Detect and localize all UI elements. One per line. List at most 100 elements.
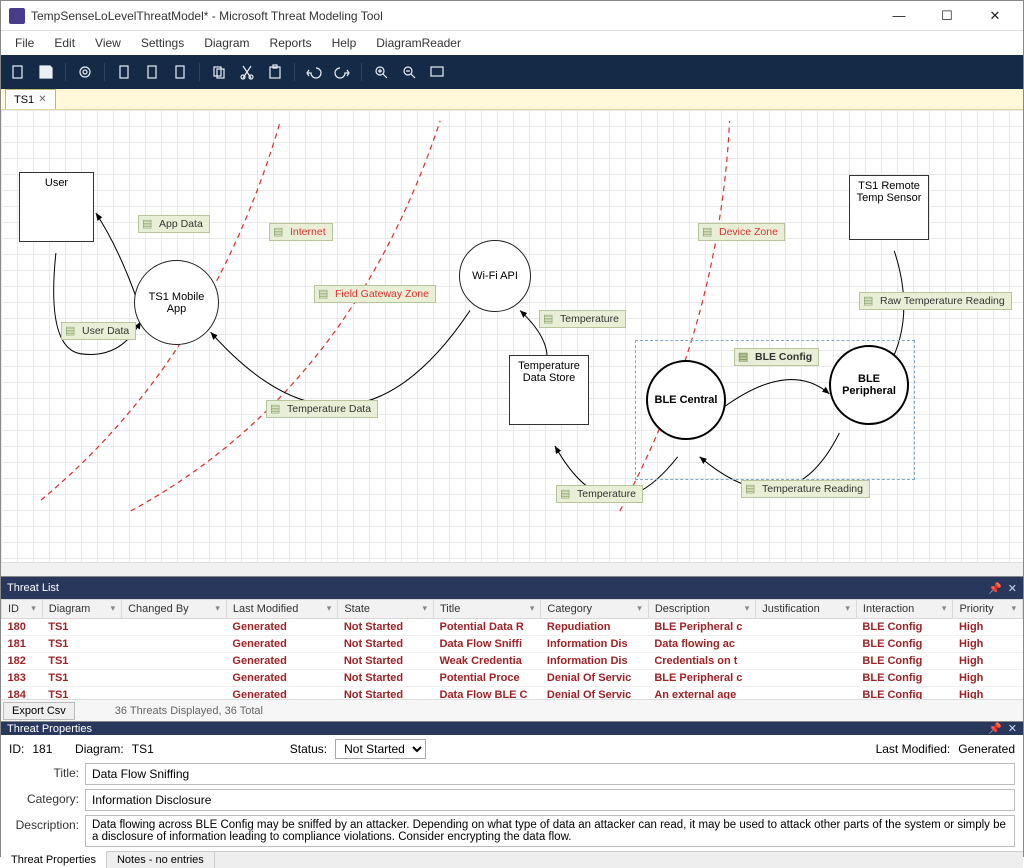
table-cell: Generated xyxy=(226,670,337,687)
flow-app-data[interactable]: App Data xyxy=(138,215,210,233)
node-data-store[interactable]: Temperature Data Store xyxy=(509,355,589,425)
flow-temp-data[interactable]: Temperature Data xyxy=(266,400,378,418)
tp-title-label: Title: xyxy=(9,763,79,780)
export-csv-button[interactable]: Export Csv xyxy=(3,702,75,720)
doc1-icon[interactable] xyxy=(115,63,133,81)
flow-ble-config[interactable]: BLE Config xyxy=(734,348,819,366)
zoom-in-icon[interactable] xyxy=(372,63,390,81)
table-cell: TS1 xyxy=(42,619,121,636)
minimize-button[interactable]: — xyxy=(879,2,919,30)
menu-diagramreader[interactable]: DiagramReader xyxy=(368,34,469,52)
tp-tab-notes[interactable]: Notes - no entries xyxy=(107,852,215,868)
table-cell: Generated xyxy=(226,687,337,700)
table-cell: 182 xyxy=(2,653,43,670)
maximize-button[interactable]: ☐ xyxy=(927,2,967,30)
table-cell: Denial Of Servic xyxy=(541,670,648,687)
node-wifi-api[interactable]: Wi-Fi API xyxy=(459,240,531,312)
column-header[interactable]: Justification▾ xyxy=(756,600,857,619)
column-header[interactable]: Last Modified▾ xyxy=(226,600,337,619)
column-header[interactable]: Title▾ xyxy=(434,600,541,619)
redo-icon[interactable] xyxy=(333,63,351,81)
doc3-icon[interactable] xyxy=(171,63,189,81)
tp-category-input[interactable]: Information Disclosure xyxy=(85,789,1015,811)
table-cell: An external age xyxy=(648,687,755,700)
menu-settings[interactable]: Settings xyxy=(133,34,192,52)
template-icon[interactable] xyxy=(76,63,94,81)
menu-reports[interactable]: Reports xyxy=(262,34,320,52)
menu-diagram[interactable]: Diagram xyxy=(196,34,257,52)
tp-diagram-value: TS1 xyxy=(132,742,154,756)
flow-temperature-2[interactable]: Temperature xyxy=(556,485,643,503)
threat-properties-panel: Threat Properties 📌✕ ID: 181 Diagram: TS… xyxy=(1,721,1023,856)
menu-bar: File Edit View Settings Diagram Reports … xyxy=(1,31,1023,55)
fit-icon[interactable] xyxy=(428,63,446,81)
column-header[interactable]: Diagram▾ xyxy=(42,600,121,619)
table-cell xyxy=(756,619,857,636)
boundary-field-gateway[interactable]: Field Gateway Zone xyxy=(314,285,436,303)
flow-user-data[interactable]: User Data xyxy=(61,322,136,340)
tp-description-input[interactable]: Data flowing across BLE Config may be sn… xyxy=(85,815,1015,847)
threat-list-header: Threat List 📌✕ xyxy=(1,577,1023,599)
diagram-canvas[interactable]: User TS1 Mobile App Wi-Fi API Temperatur… xyxy=(1,110,1023,576)
threat-list-grid[interactable]: ID▾Diagram▾Changed By▾Last Modified▾Stat… xyxy=(1,599,1023,699)
column-header[interactable]: Changed By▾ xyxy=(122,600,227,619)
node-ble-peripheral[interactable]: BLE Peripheral xyxy=(829,345,909,425)
column-header[interactable]: Description▾ xyxy=(648,600,755,619)
node-remote-sensor-label: TS1 Remote Temp Sensor xyxy=(854,180,924,204)
menu-help[interactable]: Help xyxy=(324,34,365,52)
table-row[interactable]: 184TS1GeneratedNot StartedData Flow BLE … xyxy=(2,687,1023,700)
table-cell: Credentials on t xyxy=(648,653,755,670)
column-header[interactable]: State▾ xyxy=(338,600,434,619)
tp-status-label: Status: xyxy=(290,742,327,756)
copy-icon[interactable] xyxy=(210,63,228,81)
tp-tab-properties[interactable]: Threat Properties xyxy=(1,851,107,868)
node-mobile-app[interactable]: TS1 Mobile App xyxy=(134,260,219,345)
menu-file[interactable]: File xyxy=(7,34,42,52)
canvas-scrollbar[interactable] xyxy=(1,562,1023,576)
new-icon[interactable] xyxy=(9,63,27,81)
cut-icon[interactable] xyxy=(238,63,256,81)
node-ble-central[interactable]: BLE Central xyxy=(646,360,726,440)
table-cell: 183 xyxy=(2,670,43,687)
undo-icon[interactable] xyxy=(305,63,323,81)
flow-temperature-1[interactable]: Temperature xyxy=(539,310,626,328)
close-tab-icon[interactable]: ✕ xyxy=(38,94,46,105)
document-tab[interactable]: TS1 ✕ xyxy=(5,89,56,109)
table-row[interactable]: 181TS1GeneratedNot StartedData Flow Snif… xyxy=(2,636,1023,653)
boundary-device-zone[interactable]: Device Zone xyxy=(698,223,785,241)
pin-icon[interactable]: 📌 xyxy=(988,722,1002,735)
table-cell: Generated xyxy=(226,653,337,670)
flow-temp-reading[interactable]: Temperature Reading xyxy=(741,480,870,498)
table-cell: High xyxy=(953,619,1023,636)
save-icon[interactable] xyxy=(37,63,55,81)
flow-raw-temp[interactable]: Raw Temperature Reading xyxy=(859,292,1012,310)
threat-list-count: 36 Threats Displayed, 36 Total xyxy=(115,705,263,717)
column-header[interactable]: Priority▾ xyxy=(953,600,1023,619)
table-row[interactable]: 182TS1GeneratedNot StartedWeak Credentia… xyxy=(2,653,1023,670)
zoom-out-icon[interactable] xyxy=(400,63,418,81)
column-header[interactable]: Category▾ xyxy=(541,600,648,619)
pin-icon[interactable]: 📌 xyxy=(988,582,1002,595)
table-row[interactable]: 183TS1GeneratedNot StartedPotential Proc… xyxy=(2,670,1023,687)
table-cell xyxy=(756,670,857,687)
close-button[interactable]: ✕ xyxy=(975,2,1015,30)
node-ble-peripheral-label: BLE Peripheral xyxy=(842,373,896,397)
menu-view[interactable]: View xyxy=(87,34,129,52)
paste-icon[interactable] xyxy=(266,63,284,81)
column-header[interactable]: ID▾ xyxy=(2,600,43,619)
node-remote-sensor[interactable]: TS1 Remote Temp Sensor xyxy=(849,175,929,240)
boundary-internet[interactable]: Internet xyxy=(269,223,333,241)
column-header[interactable]: Interaction▾ xyxy=(856,600,953,619)
tp-title-input[interactable]: Data Flow Sniffing xyxy=(85,763,1015,785)
node-user-label: User xyxy=(45,177,68,189)
doc2-icon[interactable] xyxy=(143,63,161,81)
tp-status-select[interactable]: Not Started xyxy=(335,739,426,759)
panel-close-icon[interactable]: ✕ xyxy=(1008,722,1017,735)
table-cell: Information Dis xyxy=(541,653,648,670)
table-row[interactable]: 180TS1GeneratedNot StartedPotential Data… xyxy=(2,619,1023,636)
table-cell xyxy=(122,619,227,636)
node-user[interactable]: User xyxy=(19,172,94,242)
document-tabstrip: TS1 ✕ xyxy=(1,89,1023,110)
panel-close-icon[interactable]: ✕ xyxy=(1008,582,1017,595)
menu-edit[interactable]: Edit xyxy=(46,34,83,52)
